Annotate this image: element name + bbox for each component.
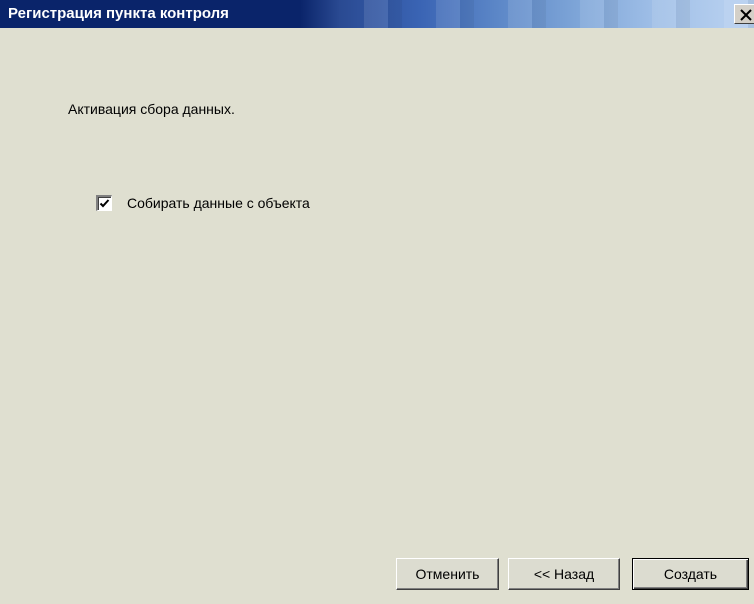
dialog-window: Регистрация пункта контроля Активация сб…: [0, 0, 754, 604]
step-heading: Активация сбора данных.: [68, 101, 235, 117]
create-button[interactable]: Создать: [632, 558, 749, 590]
collect-data-checkbox[interactable]: [96, 195, 112, 211]
back-button[interactable]: << Назад: [508, 558, 620, 590]
close-icon: [740, 9, 752, 21]
window-title: Регистрация пункта контроля: [8, 5, 229, 22]
close-button[interactable]: [734, 4, 754, 24]
collect-data-checkbox-row[interactable]: Собирать данные с объекта: [96, 194, 310, 212]
check-icon: [99, 199, 110, 208]
collect-data-checkbox-label: Собирать данные с объекта: [127, 195, 310, 211]
cancel-button[interactable]: Отменить: [396, 558, 499, 590]
title-bar[interactable]: Регистрация пункта контроля: [0, 0, 754, 28]
